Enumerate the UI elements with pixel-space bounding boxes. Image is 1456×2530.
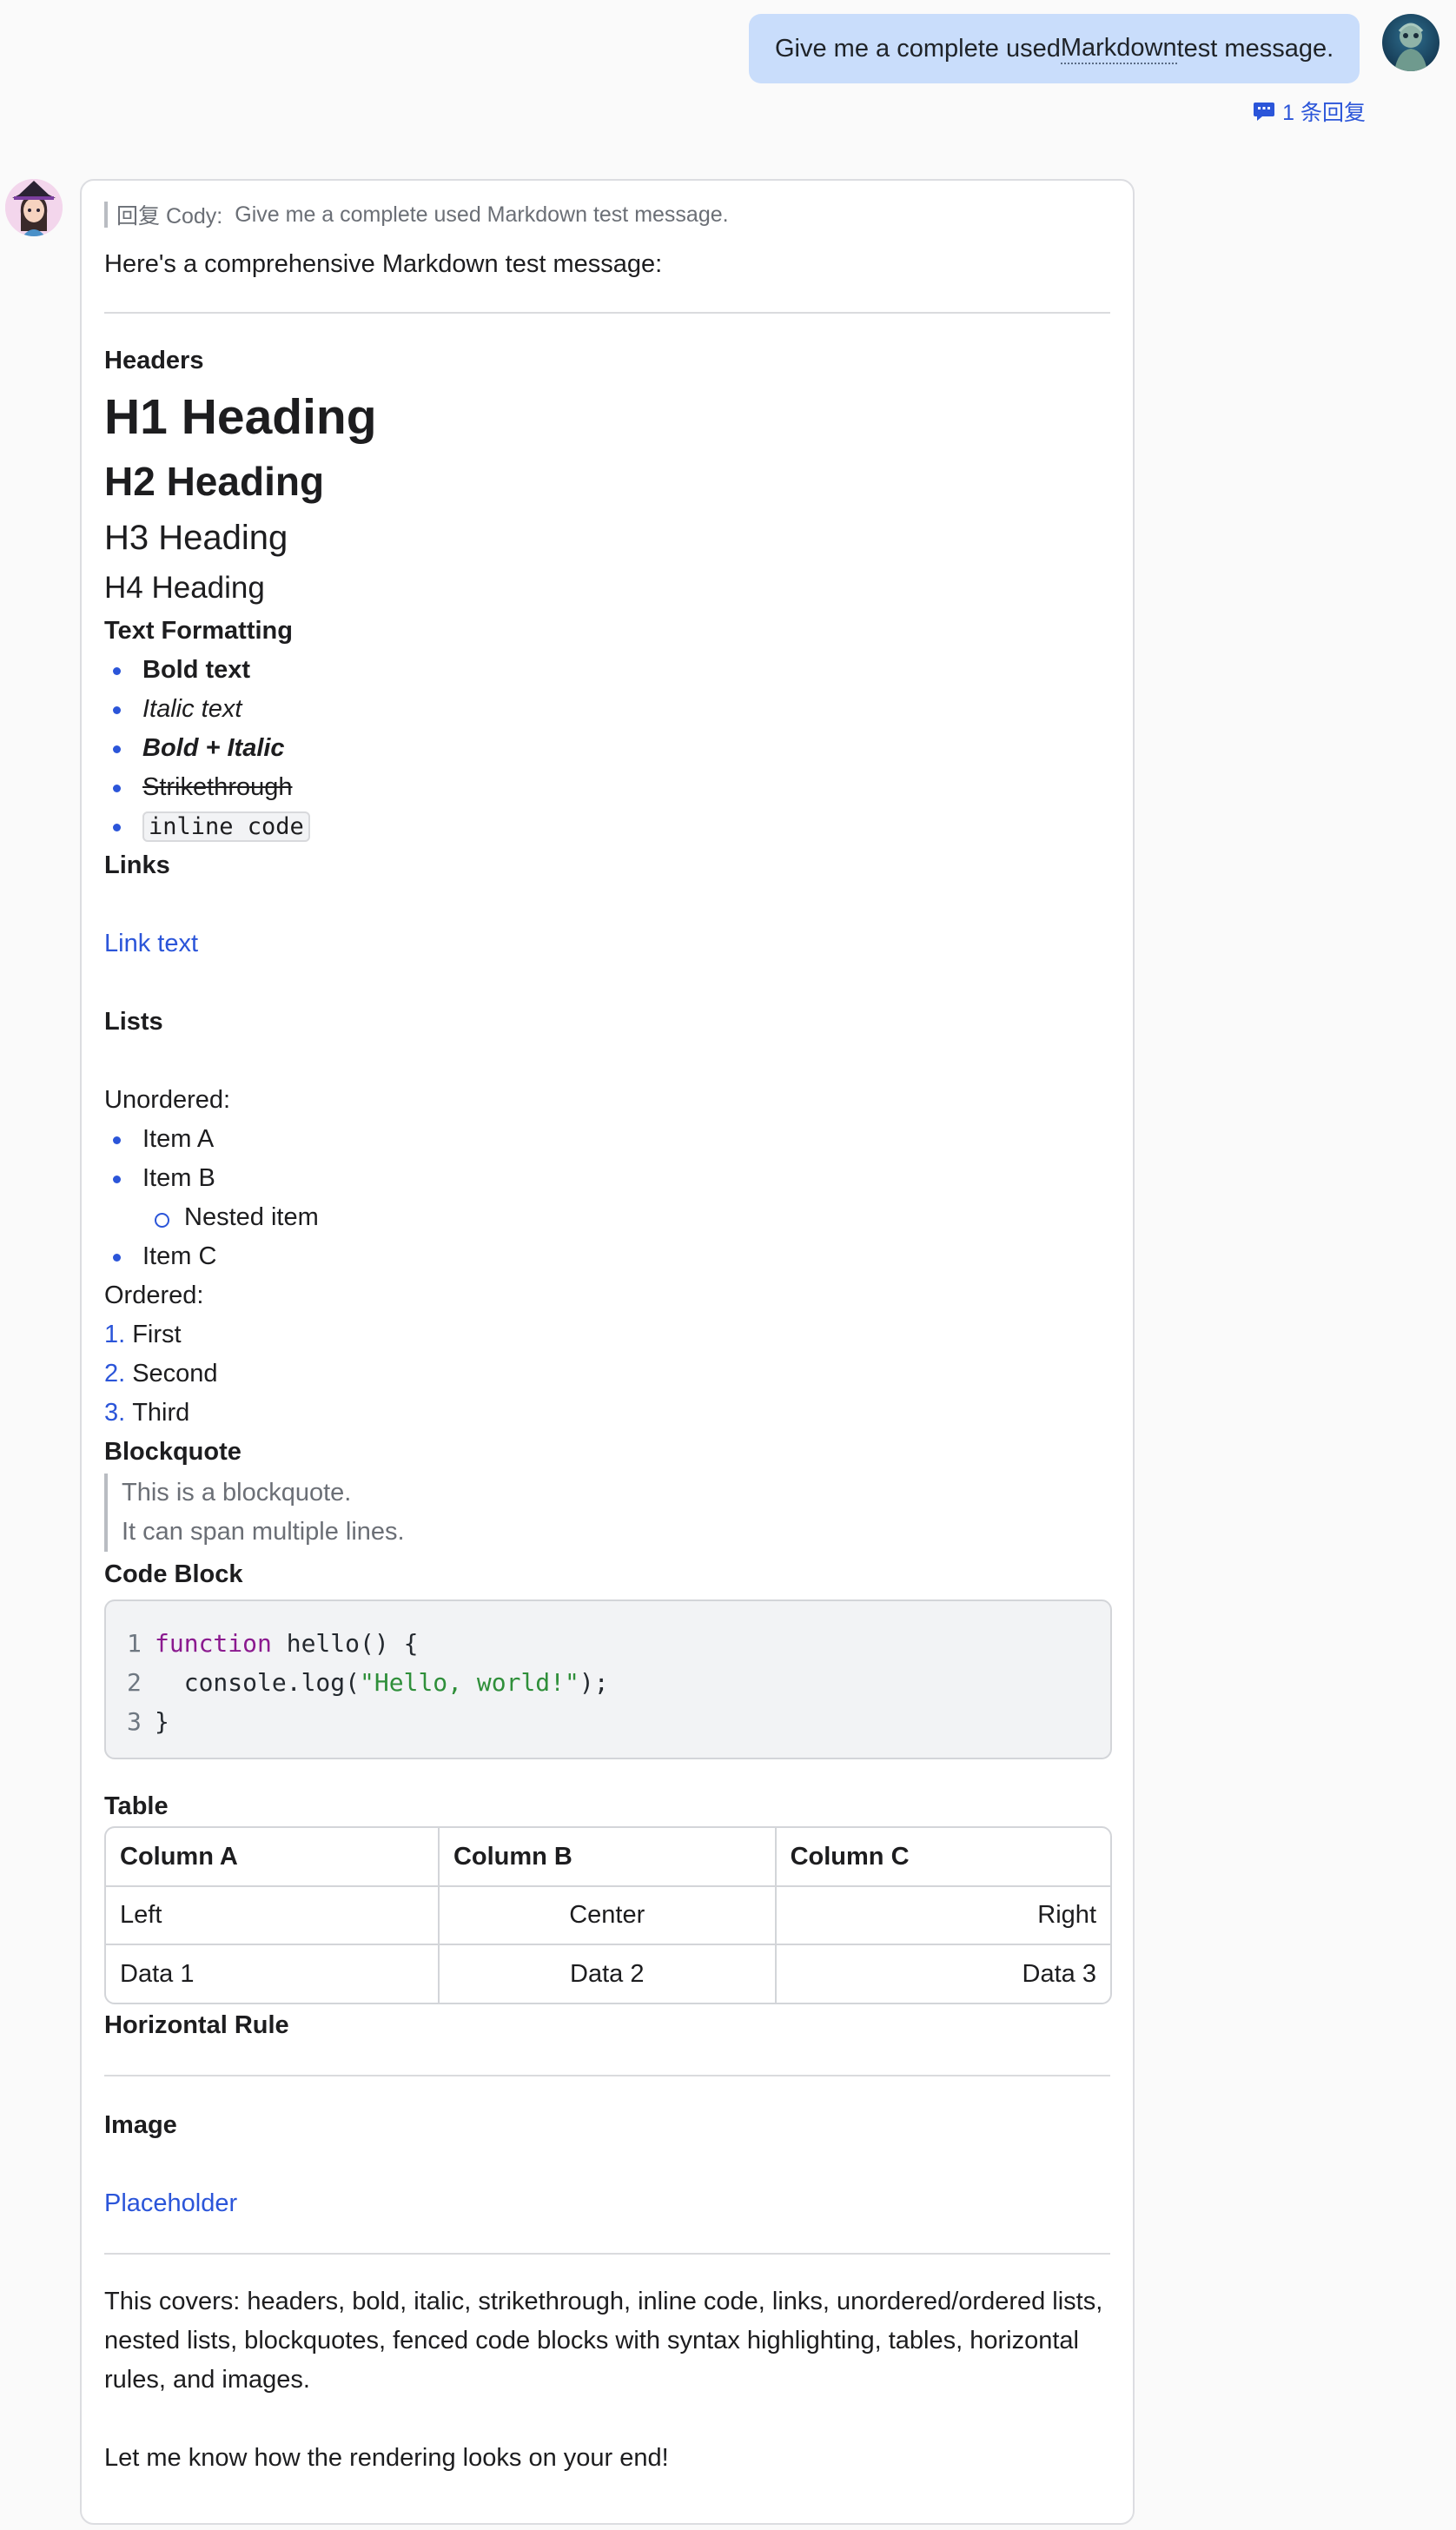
list-item: Item B — [104, 1159, 1110, 1198]
table-cell: Center — [438, 1886, 777, 1945]
code-block-section-title: Code Block — [104, 1560, 243, 1588]
chat-page: Give me a complete used Markdown test me… — [0, 0, 1456, 2530]
bot-avatar-image-icon — [5, 179, 63, 236]
table-cell: Right — [775, 1886, 1110, 1945]
horizontal-rule-section-title: Horizontal Rule — [104, 2011, 289, 2039]
divider — [104, 312, 1110, 314]
blockquote-line: It can span multiple lines. — [122, 1518, 405, 1546]
code-line: 3} — [127, 1707, 169, 1736]
code-block: 1 function hello() { 2 console.log("Hello… — [104, 1599, 1112, 1759]
lists-section-title: Lists — [104, 1008, 163, 1036]
table-header-cell: Column B — [438, 1828, 777, 1887]
h2-heading: H2 Heading — [104, 459, 325, 504]
table-cell: Data 2 — [438, 1944, 777, 2003]
comment-icon — [1254, 103, 1275, 121]
h4-heading: H4 Heading — [104, 571, 265, 605]
reply-quote-prefix: 回复 Cody: — [116, 204, 223, 228]
links-section-title: Links — [104, 851, 170, 879]
list-item: Bold + Italic — [104, 729, 1110, 768]
h1-heading: H1 Heading — [104, 389, 377, 445]
reply-quote[interactable]: 回复 Cody: Give me a complete used Markdow… — [104, 202, 1110, 228]
markdown-table: Column A Column B Column C Left Center R… — [104, 1826, 1112, 2004]
formatting-list: Bold text Italic text Bold + Italic Stri… — [104, 651, 1110, 846]
list-item: Item A — [104, 1120, 1110, 1159]
table-row: Data 1 Data 2 Data 3 — [106, 1944, 1110, 2003]
italic-text: Italic text — [142, 695, 242, 723]
table-header-cell: Column A — [106, 1828, 440, 1887]
user-message-bubble: Give me a complete used Markdown test me… — [749, 14, 1360, 83]
blockquote-section-title: Blockquote — [104, 1438, 242, 1466]
link-text[interactable]: Link text — [104, 924, 1110, 964]
table-cell: Left — [106, 1886, 440, 1945]
headers-section-title: Headers — [104, 347, 204, 374]
bold-text: Bold text — [142, 656, 251, 684]
divider — [104, 2253, 1110, 2255]
code-line: 2 console.log("Hello, world!"); — [127, 1668, 609, 1697]
user-message-text: Give me a complete used — [775, 34, 1061, 63]
bot-message-card: 回复 Cody: Give me a complete used Markdow… — [80, 179, 1135, 2525]
list-item: Strikethrough — [104, 768, 1110, 807]
list-item: 1. First — [104, 1321, 182, 1348]
list-item: 2. Second — [104, 1360, 218, 1388]
list-item: inline code — [104, 807, 1110, 846]
user-message-abbr[interactable]: Markdown — [1060, 34, 1177, 64]
table-row: Left Center Right — [106, 1886, 1110, 1945]
image-section-title: Image — [104, 2111, 177, 2139]
blockquote: This is a blockquote. It can span multip… — [104, 1474, 1110, 1552]
code-line: 1 function hello() { — [127, 1629, 419, 1658]
list-item: Item C — [104, 1237, 1110, 1276]
list-item: 3. Third — [104, 1399, 190, 1427]
table-cell: Data 3 — [1022, 1959, 1096, 1988]
nested-list-item: Nested item — [104, 1198, 1110, 1237]
replies-count: 1 条回复 — [1282, 101, 1366, 125]
unordered-list: Item A Item B Nested item Item C — [104, 1120, 1110, 1276]
list-item: Italic text — [104, 690, 1110, 729]
list-item: Bold text — [104, 651, 1110, 690]
ordered-label: Ordered: — [104, 1282, 204, 1309]
table-cell: Data 1 — [106, 1944, 440, 2003]
user-avatar[interactable] — [1382, 14, 1439, 71]
bot-avatar[interactable] — [5, 179, 63, 236]
closing-text: Let me know how the rendering looks on y… — [104, 2444, 669, 2472]
table-header-row: Column A Column B Column C — [106, 1828, 1110, 1887]
replies-link[interactable]: 1 条回复 — [1253, 96, 1366, 127]
blockquote-line: This is a blockquote. — [122, 1479, 352, 1507]
inline-code: inline code — [142, 811, 310, 842]
text-formatting-title: Text Formatting — [104, 617, 293, 645]
user-avatar-image-icon — [1394, 23, 1427, 71]
bold-italic-text: Bold + Italic — [142, 734, 285, 762]
table-header-cell: Column C — [775, 1828, 1110, 1887]
ordered-list: 1. First 2. Second 3. Third — [104, 1315, 1110, 1433]
horizontal-rule — [104, 2075, 1110, 2076]
unordered-label: Unordered: — [104, 1086, 231, 1114]
table-section-title: Table — [104, 1792, 169, 1820]
strikethrough-text: Strikethrough — [142, 773, 293, 801]
reply-quote-text: Give me a complete used Markdown test me… — [235, 202, 729, 227]
outro-text: This covers: headers, bold, italic, stri… — [104, 2288, 1103, 2394]
image-placeholder-link[interactable]: Placeholder — [104, 2184, 1110, 2223]
h3-heading: H3 Heading — [104, 519, 288, 557]
user-message-text-end: test message. — [1176, 34, 1334, 63]
intro-text: Here's a comprehensive Markdown test mes… — [104, 250, 663, 278]
